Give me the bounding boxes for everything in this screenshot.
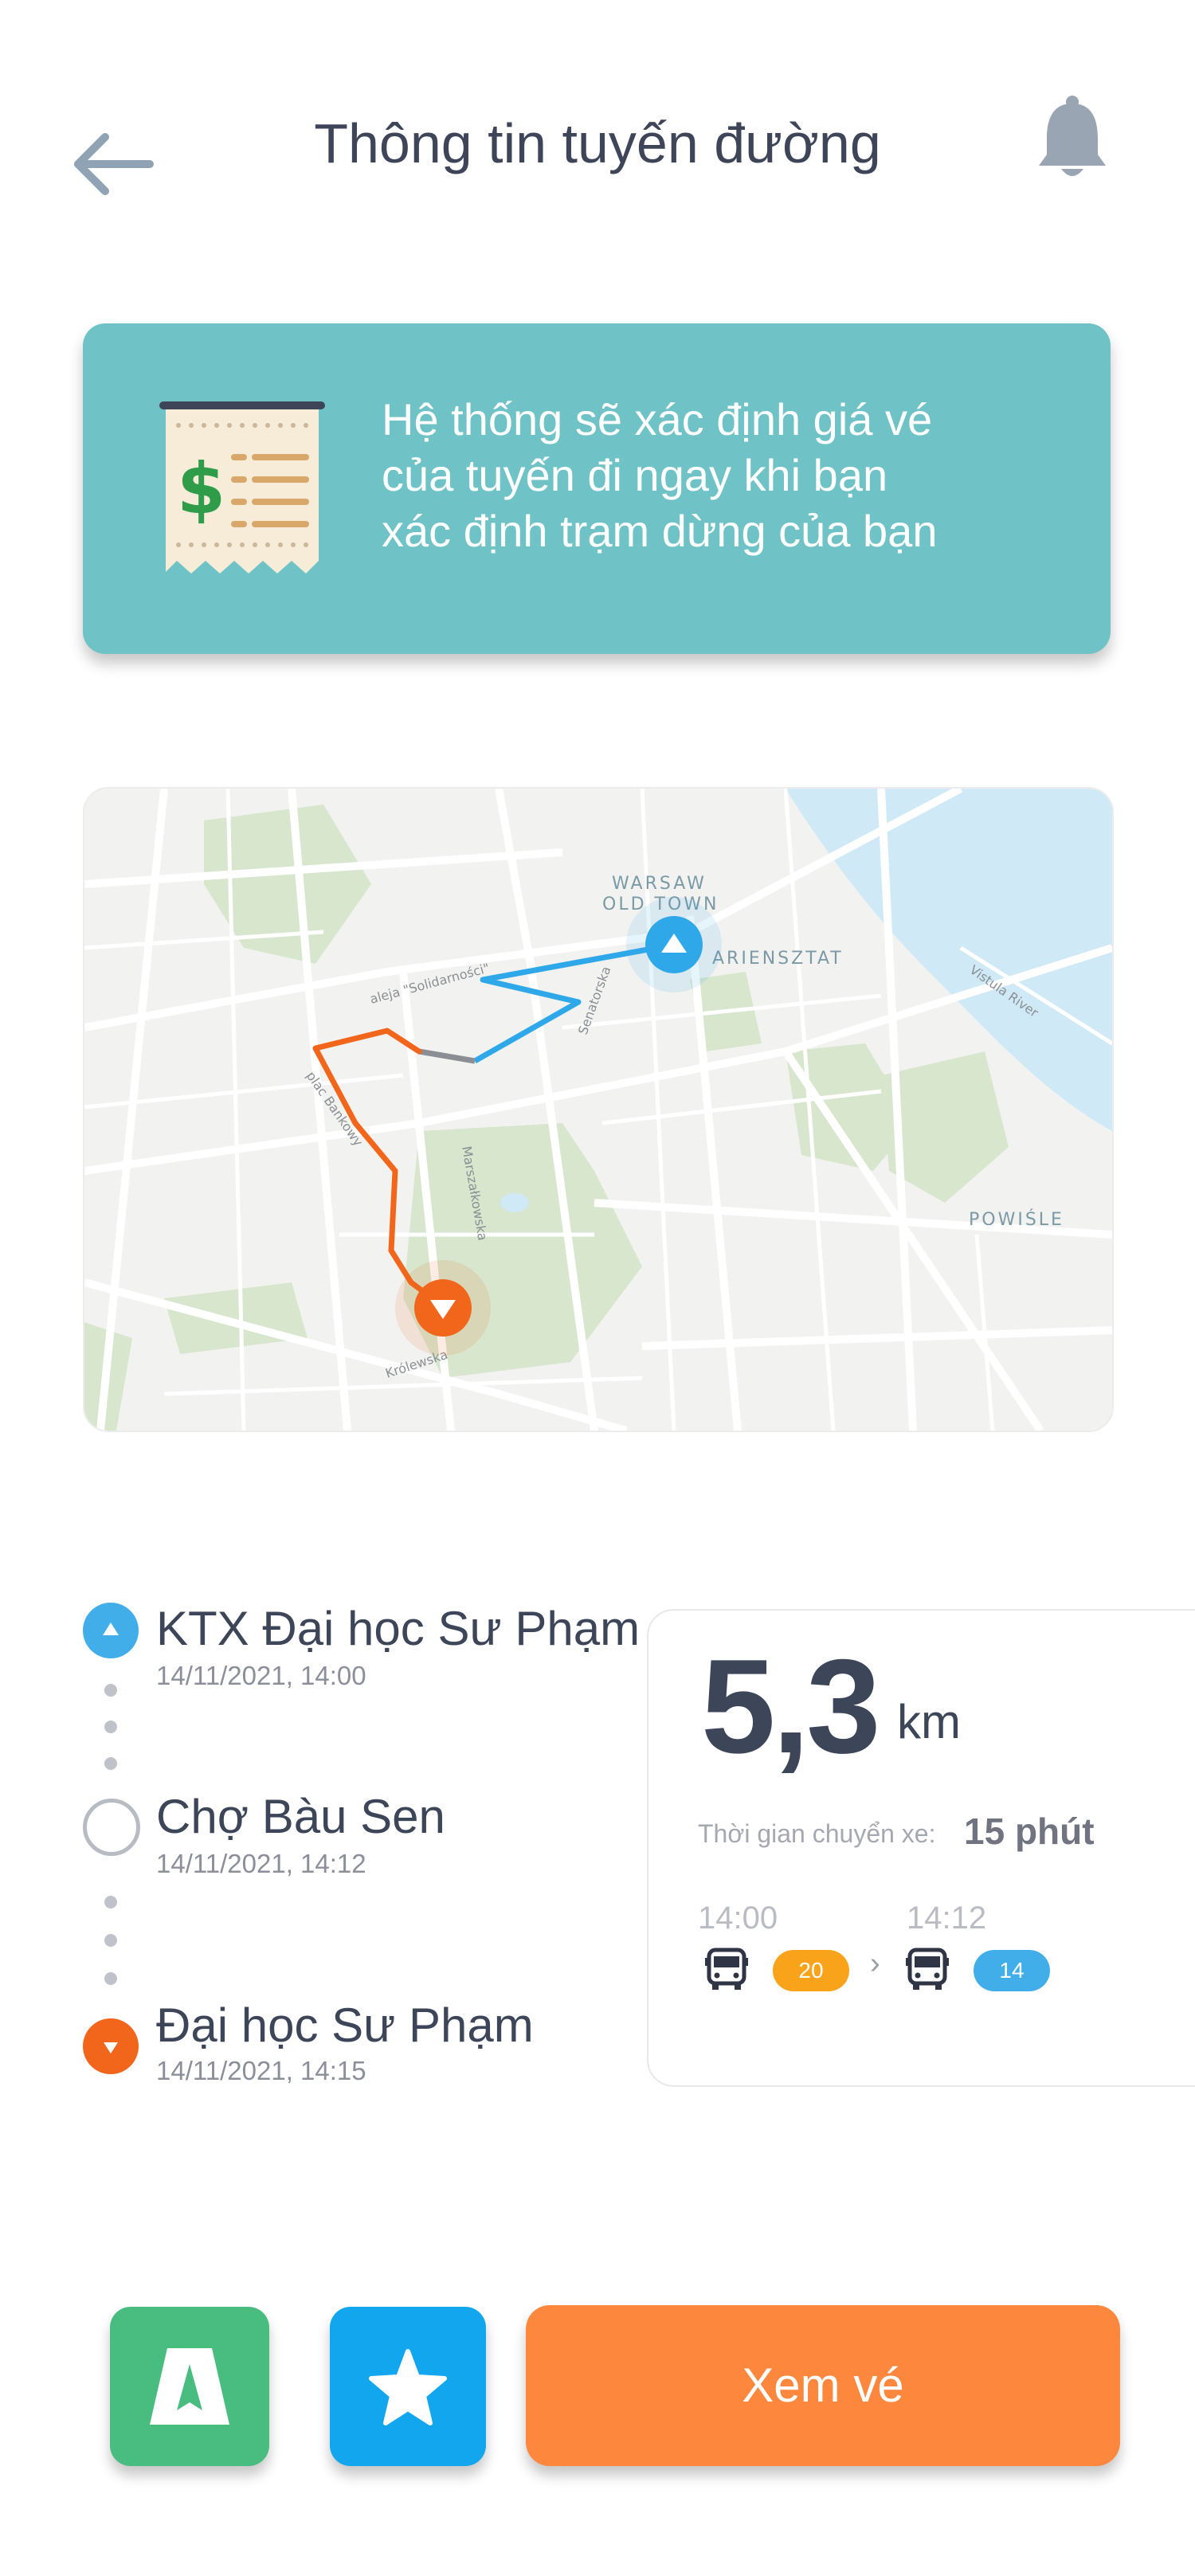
stop-time-end: 14/11/2021, 14:15 [156, 2056, 366, 2085]
favorite-button[interactable] [330, 2307, 486, 2466]
route-dot [104, 1972, 117, 1985]
fare-info-banner: $ Hệ thống sẽ xác định giá vé của tuyến … [83, 323, 1111, 654]
distance-unit: km [897, 1695, 961, 1748]
stop-time-start: 14/11/2021, 14:00 [156, 1661, 366, 1690]
transfer-time-label: Thời gian chuyển xe: [698, 1819, 936, 1848]
receipt-icon: $ [159, 401, 325, 574]
navigate-button[interactable] [110, 2307, 269, 2466]
bus-icon [906, 1948, 949, 1990]
bus-route-badge[interactable]: 20 [773, 1950, 849, 1991]
road-icon [150, 2348, 229, 2425]
map-label-powisle: POWIŚLE [969, 1209, 1064, 1230]
end-stop-icon [83, 2018, 139, 2074]
start-stop-icon [83, 1603, 139, 1658]
stop-time-intermediate: 14/11/2021, 14:12 [156, 1849, 366, 1878]
leg-time: 14:00 [698, 1901, 778, 1936]
map-label-mariensztat: ARIENSZTAT [712, 949, 844, 969]
bus-route-badge[interactable]: 14 [974, 1950, 1050, 1991]
bell-icon[interactable] [1036, 94, 1109, 182]
route-dot [104, 1721, 117, 1733]
transfer-time-value: 15 phút [964, 1811, 1095, 1852]
distance-value: 5,3 [701, 1631, 881, 1781]
intermediate-stop-icon [83, 1799, 140, 1856]
route-dot [104, 1934, 117, 1947]
leg-time: 14:12 [907, 1901, 987, 1936]
svg-text:$: $ [177, 448, 225, 530]
map-canvas: WARSAW OLD TOWN ARIENSZTAT POWIŚLE Vistu… [84, 789, 1112, 1431]
route-dot [104, 1757, 117, 1770]
chevron-right-icon: › [870, 1947, 880, 1980]
stop-name-end[interactable]: Đại học Sư Phạm [156, 1998, 534, 2053]
route-map[interactable]: WARSAW OLD TOWN ARIENSZTAT POWIŚLE Vistu… [83, 787, 1114, 1432]
stop-name-intermediate[interactable]: Chợ Bàu Sen [156, 1789, 445, 1845]
route-summary-card: 5,3 km Thời gian chuyển xe: 15 phút 14:0… [647, 1609, 1195, 2087]
route-dot [104, 1896, 117, 1909]
fare-info-text: Hệ thống sẽ xác định giá vé của tuyến đi… [382, 394, 938, 556]
route-dot [104, 1684, 117, 1697]
stop-name-start[interactable]: KTX Đại học Sư Phạm [156, 1601, 640, 1657]
star-icon [369, 2349, 447, 2425]
view-ticket-button[interactable]: Xem vé [526, 2305, 1120, 2466]
page-title: Thông tin tuyến đường [314, 112, 881, 174]
bus-icon [705, 1948, 748, 1990]
map-label-old-town-1: WARSAW [612, 874, 707, 894]
